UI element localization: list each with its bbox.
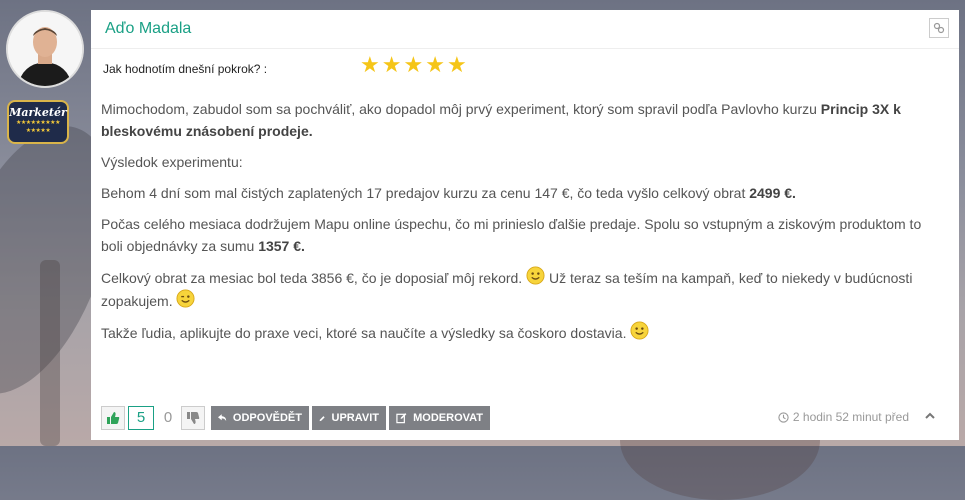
pencil-icon bbox=[319, 415, 325, 421]
edit-box-icon bbox=[396, 413, 407, 424]
wink-icon bbox=[176, 289, 196, 308]
timestamp-text: 2 hodin 52 minut před bbox=[792, 410, 909, 424]
comment-body: Mimochodom, zabudol som sa pochváliť, ak… bbox=[101, 98, 946, 353]
reply-button[interactable]: ODPOVĚDĚT bbox=[211, 406, 309, 430]
timestamp: 2 hodin 52 minut před bbox=[778, 410, 909, 424]
dislike-count: 0 bbox=[163, 409, 173, 426]
thumbs-up-icon bbox=[107, 412, 120, 424]
badge-stars: ★★★★★★★★★ bbox=[16, 120, 60, 126]
paragraph: Takže ľudia, aplikujte do praxe veci, kt… bbox=[101, 321, 946, 344]
star-icon: ★ bbox=[403, 52, 424, 77]
edit-button[interactable]: UPRAVIT bbox=[312, 406, 386, 430]
comment-footer: 5 0 ODPOVĚDĚT UPRAVIT MODEROVAT 2 hodin … bbox=[101, 406, 951, 430]
smiley-icon bbox=[630, 321, 649, 340]
star-icon: ★ bbox=[381, 52, 402, 77]
permalink-button[interactable] bbox=[929, 18, 949, 38]
rank-badge: Marketér ★★★★★★★★★ ★★★★★ bbox=[7, 100, 69, 144]
reply-icon bbox=[218, 414, 227, 421]
like-button[interactable] bbox=[101, 406, 125, 430]
edit-label: UPRAVIT bbox=[331, 412, 379, 424]
avatar[interactable] bbox=[6, 10, 84, 88]
reply-label: ODPOVĚDĚT bbox=[232, 412, 302, 424]
paragraph: Mimochodom, zabudol som sa pochváliť, ak… bbox=[101, 101, 901, 139]
comment-header: Aďo Madala bbox=[91, 10, 959, 49]
chevron-up-icon[interactable] bbox=[923, 409, 937, 423]
moderate-button[interactable]: MODEROVAT bbox=[389, 406, 490, 430]
moderate-label: MODEROVAT bbox=[413, 412, 483, 424]
paragraph: Behom 4 dní som mal čistých zaplatených … bbox=[101, 185, 796, 201]
rating-label: Jak hodnotím dnešní pokrok? : bbox=[103, 62, 268, 76]
rating-row: Jak hodnotím dnešní pokrok? : ★ ★ ★ ★ ★ bbox=[103, 54, 503, 84]
rating-stars: ★ ★ ★ ★ ★ bbox=[360, 54, 467, 76]
paragraph: Počas celého mesiaca dodržujem Mapu onli… bbox=[101, 216, 922, 254]
badge-stars: ★★★★★ bbox=[25, 128, 51, 134]
badge-label: Marketér bbox=[9, 106, 67, 119]
clock-icon bbox=[778, 411, 789, 423]
star-icon: ★ bbox=[360, 52, 380, 77]
like-count: 5 bbox=[128, 406, 154, 430]
paragraph: Celkový obrat za mesiac bol teda 3856 €,… bbox=[101, 266, 946, 312]
background-shape bbox=[40, 260, 60, 446]
comment-card: Aďo Madala Jak hodnotím dnešní pokrok? :… bbox=[91, 10, 959, 440]
star-icon: ★ bbox=[425, 52, 445, 77]
link-icon bbox=[933, 22, 945, 34]
author-name[interactable]: Aďo Madala bbox=[105, 20, 191, 38]
thumbs-down-icon bbox=[187, 412, 200, 424]
smiley-icon bbox=[526, 266, 545, 285]
dislike-button[interactable] bbox=[181, 406, 205, 430]
star-icon: ★ bbox=[446, 52, 467, 77]
paragraph: Výsledok experimentu: bbox=[101, 154, 243, 170]
